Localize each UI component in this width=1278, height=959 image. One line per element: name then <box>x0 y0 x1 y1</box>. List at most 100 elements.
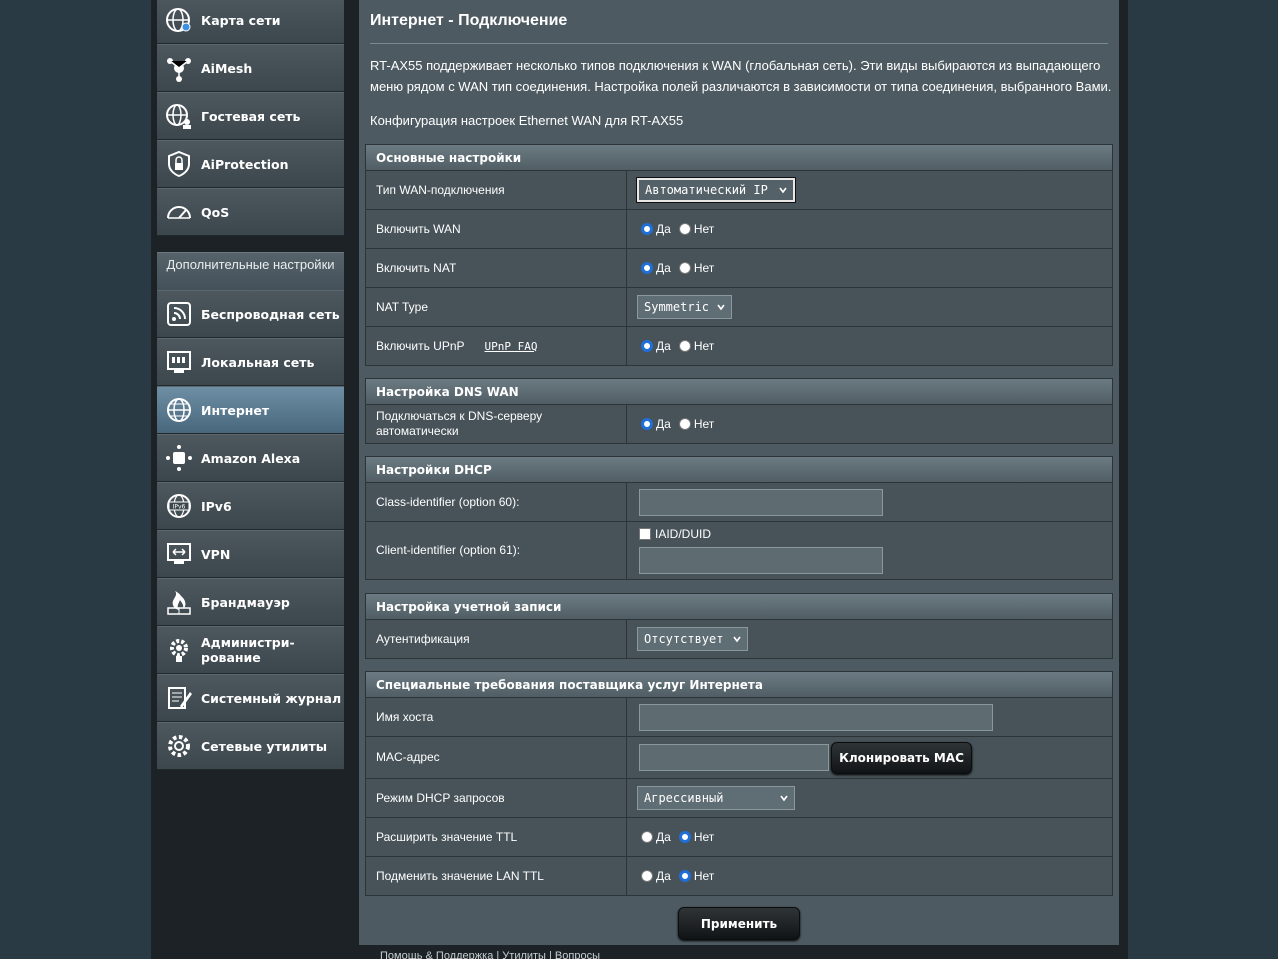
sidebar-item-label: AiMesh <box>201 60 253 76</box>
aimesh-icon <box>157 45 201 91</box>
radio-no-label: Нет <box>693 830 715 844</box>
sidebar-item-network-tools[interactable]: Сетевые утилиты <box>157 722 344 770</box>
radio-no-label: Нет <box>693 869 715 883</box>
wan-type-label: Тип WAN-подключения <box>366 171 627 209</box>
radio-no-label: Нет <box>693 261 715 275</box>
basic-settings-section: Основные настройки Тип WAN-подключения А… <box>365 144 1113 366</box>
sidebar-item-wireless[interactable]: Беспроводная сеть <box>157 290 344 338</box>
section-header: Настройка DNS WAN <box>365 378 1113 405</box>
lan-icon <box>157 339 201 385</box>
apply-button[interactable]: Применить <box>678 907 800 940</box>
alexa-icon <box>157 435 201 481</box>
sidebar-item-label: Amazon Alexa <box>201 450 301 466</box>
enable-wan-no-radio[interactable] <box>678 223 691 235</box>
hostname-label: Имя хоста <box>366 698 627 736</box>
vpn-icon <box>157 531 201 577</box>
auth-value: Отсутствует <box>644 632 724 646</box>
tools-gear-icon <box>157 723 201 769</box>
sidebar-item-label: Интернет <box>201 402 270 418</box>
ttl-label: Расширить значение TTL <box>366 818 627 856</box>
lock-shield-icon <box>157 141 201 187</box>
globe-icon <box>157 387 201 433</box>
wan-type-select[interactable]: Автоматический IP <box>637 178 795 202</box>
enable-nat-label: Включить NAT <box>366 249 627 287</box>
sidebar-item-ipv6[interactable]: IPv6 IPv6 <box>157 482 344 530</box>
client-id-input[interactable] <box>639 547 883 574</box>
chevron-down-icon <box>733 636 741 643</box>
title-divider <box>370 43 1108 44</box>
client-id-label: Client-identifier (option 61): <box>366 522 627 579</box>
upnp-faq-link[interactable]: UPnP FAQ <box>485 339 538 354</box>
upnp-label: Включить UPnP <box>376 338 465 353</box>
mac-row: MAC-адрес Клонировать MAC <box>365 737 1113 779</box>
firewall-icon <box>157 579 201 625</box>
sidebar-general-menu: Карта сети AiMesh Гостевая сеть AiProtec… <box>157 0 344 236</box>
wifi-icon <box>157 291 201 337</box>
sidebar-item-qos[interactable]: QoS <box>157 188 344 236</box>
wan-type-row: Тип WAN-подключения Автоматический IP <box>365 171 1113 210</box>
dns-auto-yes-radio[interactable] <box>641 418 653 430</box>
sidebar-item-label: Беспроводная сеть <box>201 306 340 322</box>
dns-auto-label: Подключаться к DNS-серверу автоматически <box>366 405 627 443</box>
chevron-down-icon <box>779 187 787 194</box>
sidebar-item-lan[interactable]: Локальная сеть <box>157 338 344 386</box>
wan-type-value: Автоматический IP <box>645 183 768 197</box>
sidebar-item-administration[interactable]: Администри- рование <box>157 626 344 674</box>
nat-type-select[interactable]: Symmetric <box>637 295 732 319</box>
lan-ttl-no-radio[interactable] <box>678 870 691 882</box>
sidebar-item-vpn[interactable]: VPN <box>157 530 344 578</box>
sidebar-item-label: QoS <box>201 204 230 220</box>
upnp-yes-radio[interactable] <box>641 340 653 352</box>
sidebar-item-label: Карта сети <box>201 12 281 28</box>
sidebar-item-label: Гостевая сеть <box>201 108 301 124</box>
enable-wan-row: Включить WAN Да Нет <box>365 210 1113 249</box>
dhcp-mode-row: Режим DHCP запросов Агрессивный <box>365 779 1113 818</box>
sidebar-item-internet[interactable]: Интернет <box>157 386 344 434</box>
enable-nat-yes-radio[interactable] <box>641 262 653 274</box>
gear-icon <box>157 627 201 673</box>
sidebar-item-aiprotection[interactable]: AiProtection <box>157 140 344 188</box>
clone-mac-button[interactable]: Клонировать MAC <box>831 741 972 774</box>
ipv6-globe-icon: IPv6 <box>157 483 201 529</box>
sidebar-advanced-header: Дополнительные настройки <box>157 252 344 290</box>
client-id-row: Client-identifier (option 61): IAID/DUID <box>365 522 1113 580</box>
hostname-input[interactable] <box>639 703 993 731</box>
dns-auto-no-radio[interactable] <box>678 418 691 430</box>
lan-ttl-label: Подменить значение LAN TTL <box>366 857 627 895</box>
upnp-no-radio[interactable] <box>678 340 691 352</box>
ttl-no-radio[interactable] <box>678 831 691 843</box>
sidebar-item-aimesh[interactable]: AiMesh <box>157 44 344 92</box>
radio-yes-label: Да <box>656 417 671 431</box>
sidebar-item-system-log[interactable]: Системный журнал <box>157 674 344 722</box>
footer-links[interactable]: Помощь & Поддержка | Утилиты | Вопросы <box>380 950 600 959</box>
sidebar-item-firewall[interactable]: Брандмауэр <box>157 578 344 626</box>
radio-no-label: Нет <box>693 417 715 431</box>
enable-nat-no-radio[interactable] <box>678 262 691 274</box>
enable-wan-yes-radio[interactable] <box>641 223 653 235</box>
mac-label: MAC-адрес <box>366 737 627 778</box>
class-id-input[interactable] <box>639 488 883 516</box>
page-title: Интернет - Подключение <box>370 12 568 29</box>
auth-select[interactable]: Отсутствует <box>637 627 748 651</box>
class-id-label: Class-identifier (option 60): <box>366 483 627 521</box>
sidebar-item-network-map[interactable]: Карта сети <box>157 0 344 44</box>
sidebar-item-label: VPN <box>201 546 231 562</box>
lan-ttl-yes-radio[interactable] <box>641 870 653 882</box>
isp-section: Специальные требования поставщика услуг … <box>365 671 1113 896</box>
iaid-duid-checkbox[interactable] <box>639 528 651 540</box>
gauge-icon <box>157 189 201 235</box>
iaid-duid-label: IAID/DUID <box>655 527 712 541</box>
radio-yes-label: Да <box>656 222 671 236</box>
dhcp-mode-select[interactable]: Агрессивный <box>637 786 795 810</box>
ttl-yes-radio[interactable] <box>641 831 653 843</box>
section-header: Специальные требования поставщика услуг … <box>365 671 1113 698</box>
log-icon <box>157 675 201 721</box>
enable-wan-label: Включить WAN <box>366 210 627 248</box>
sidebar-item-label: AiProtection <box>201 156 289 172</box>
dhcp-mode-value: Агрессивный <box>644 791 724 805</box>
mac-input[interactable] <box>639 744 829 771</box>
sidebar-item-amazon-alexa[interactable]: Amazon Alexa <box>157 434 344 482</box>
nat-type-label: NAT Type <box>366 288 627 326</box>
sidebar-item-label: IPv6 <box>201 498 232 514</box>
sidebar-item-guest-network[interactable]: Гостевая сеть <box>157 92 344 140</box>
